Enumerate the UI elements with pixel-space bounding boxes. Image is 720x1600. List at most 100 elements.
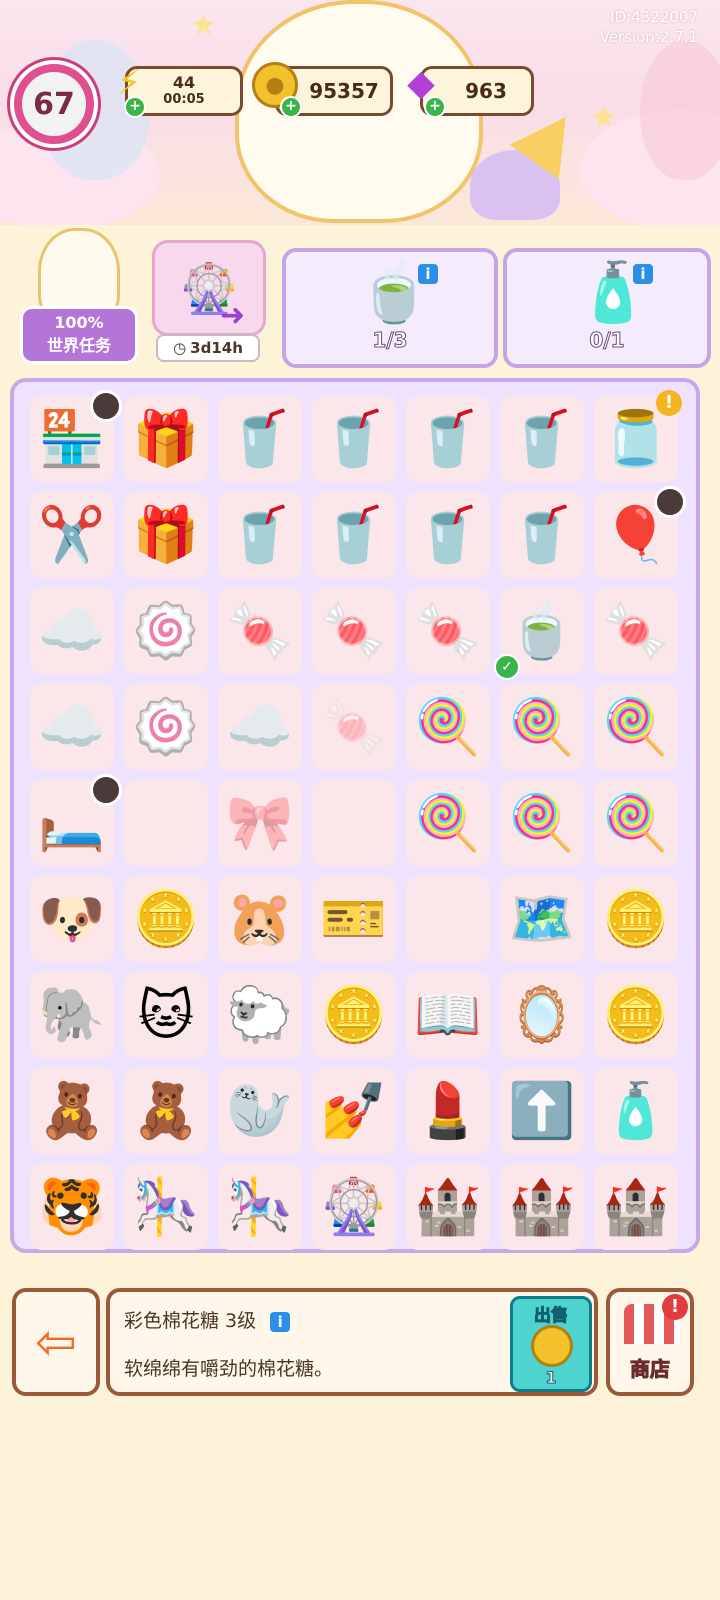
board-cell[interactable]: 🎁: [124, 396, 208, 482]
green-lollipop-icon: 🍭: [414, 695, 482, 758]
board-cell[interactable]: 🍬: [594, 588, 678, 674]
board-cell[interactable]: 📖: [406, 972, 490, 1058]
board-cell[interactable]: 🍬: [406, 588, 490, 674]
add-energy-button[interactable]: +: [124, 96, 146, 118]
timer-badge-icon: [90, 390, 122, 422]
event-button[interactable]: 🎡 ➜ ◷ 3d14h: [148, 240, 266, 364]
world-task-panel: 100% 世界任务: [20, 306, 138, 364]
board-cell[interactable]: 🪙: [594, 876, 678, 962]
star-icon: ★: [190, 8, 217, 43]
board-cell[interactable]: 🛏️: [30, 774, 122, 866]
board-cell[interactable]: 💅: [312, 1068, 396, 1154]
board-cell[interactable]: 🎀: [218, 780, 302, 866]
board-cell[interactable]: 🍥: [124, 684, 208, 770]
board-cell[interactable]: 🦭: [218, 1068, 302, 1154]
board-cell[interactable]: [124, 780, 208, 866]
board-cell[interactable]: 🍵 ✓: [494, 588, 584, 680]
board-cell[interactable]: 🍭: [594, 780, 678, 866]
board-cell[interactable]: 🪙: [594, 972, 678, 1058]
board-cell[interactable]: 🏪: [30, 390, 122, 482]
balloon-decoration: [640, 40, 720, 180]
event-timer: 3d14h: [190, 339, 243, 357]
board-cell[interactable]: 🎡: [312, 1164, 396, 1250]
swirl-lollipop-icon: 🍭: [602, 695, 670, 758]
board-cell[interactable]: [312, 780, 396, 866]
board-cell[interactable]: 🏰: [406, 1164, 490, 1250]
board-cell[interactable]: ⬆️: [500, 1068, 584, 1154]
info-icon[interactable]: i: [633, 264, 653, 284]
map-icon: 🗺️: [508, 887, 576, 950]
board-cell[interactable]: ☁️: [30, 684, 114, 770]
order-card-matcha[interactable]: 🍵 i 1/3: [282, 248, 498, 368]
board-cell[interactable]: 🏰: [500, 1164, 584, 1250]
board-cell[interactable]: 🐘: [30, 972, 114, 1058]
board-cell[interactable]: ☁️: [30, 588, 114, 674]
board-cell[interactable]: 🍥: [124, 588, 208, 674]
merge-board: 🏪 🎁 🥤 🥤 🥤 🥤 🫙! ✂️ 🎁 🥤 🥤 🥤 🥤 🎈 ☁️ 🍥 🍬 🍬 🍬 🍵 ✓ 🍬 ☁️ 🍥 ☁️ 🍬 🍭 🍭 🍭 🛏️ 🎀 🍭 🍭 🍭…: [10, 378, 700, 1253]
board-cell[interactable]: 🍬: [218, 588, 302, 674]
board-cell[interactable]: 🪙: [312, 972, 396, 1058]
board-cell[interactable]: 🧸: [124, 1068, 208, 1154]
glass-jar-icon: 🫙: [602, 407, 670, 470]
item-info-icon[interactable]: i: [270, 1312, 291, 1332]
purple-bear-icon: 🧸: [132, 1079, 200, 1142]
pink-castle-icon: 🏰: [508, 1175, 576, 1238]
order-card-bottle[interactable]: 🧴 i 0/1: [503, 248, 711, 368]
timer-badge-icon: [90, 774, 122, 806]
board-cell[interactable]: 🐱: [124, 972, 208, 1058]
board-cell[interactable]: 🎠: [218, 1164, 302, 1250]
board-cell[interactable]: 🎠: [124, 1164, 208, 1250]
shop-button[interactable]: ! 商店: [606, 1288, 694, 1396]
board-cell[interactable]: 🪞: [500, 972, 584, 1058]
coin-pile-icon: 🪙: [602, 887, 670, 950]
board-cell[interactable]: 🫙!: [594, 390, 682, 482]
add-gems-button[interactable]: +: [424, 96, 446, 118]
board-cell[interactable]: 🏰: [594, 1164, 678, 1250]
board-cell[interactable]: 🎁: [124, 492, 208, 578]
check-badge-icon: ✓: [494, 654, 520, 680]
board-cell[interactable]: 🧴: [594, 1068, 678, 1154]
board-cell[interactable]: 🥤: [406, 396, 490, 482]
add-coins-button[interactable]: +: [280, 96, 302, 118]
board-cell[interactable]: ☁️: [218, 684, 302, 770]
board-cell[interactable]: 🍭: [406, 780, 490, 866]
board-cell[interactable]: 🍭: [406, 684, 490, 770]
board-cell[interactable]: 🥤: [218, 396, 302, 482]
board-cell[interactable]: 🥤: [406, 492, 490, 578]
board-cell[interactable]: 🪙: [124, 876, 208, 962]
board-cell[interactable]: 🥤: [218, 492, 302, 578]
board-cell[interactable]: 🐯: [30, 1164, 114, 1250]
board-cell[interactable]: 🐶: [30, 876, 114, 962]
player-level-badge[interactable]: 67: [10, 60, 98, 148]
board-cell[interactable]: 🥤: [312, 492, 396, 578]
exit-icon: ⇦: [35, 1313, 77, 1371]
board-cell[interactable]: 🎈: [594, 486, 686, 578]
clock-icon: ◷: [173, 339, 187, 357]
board-cell[interactable]: 🥤: [312, 396, 396, 482]
strawberry-drink-icon: 🥤: [226, 503, 294, 566]
upgrade-card-icon: ⬆️: [508, 1079, 576, 1142]
board-cell[interactable]: 🍭: [500, 684, 584, 770]
sell-button[interactable]: 出售 1: [510, 1296, 592, 1392]
strawberry-drink-icon: 🥤: [414, 407, 482, 470]
board-cell[interactable]: 🧸: [30, 1068, 114, 1154]
board-cell[interactable]: 🐹: [218, 876, 302, 962]
board-cell[interactable]: 🍬: [312, 684, 396, 770]
board-cell[interactable]: 🍭: [500, 780, 584, 866]
board-cell[interactable]: 🥤: [500, 492, 584, 578]
board-cell[interactable]: 💄: [406, 1068, 490, 1154]
selected-item-title: 彩色棉花糖 3级: [124, 1310, 257, 1332]
board-cell[interactable]: 🥤: [500, 396, 584, 482]
board-cell[interactable]: 🎫: [312, 876, 396, 962]
board-cell[interactable]: 🍭: [594, 684, 678, 770]
gift-box-icon: 🎁: [132, 407, 200, 470]
world-task-button[interactable]: 100% 世界任务: [20, 222, 138, 364]
exit-button[interactable]: ⇦: [12, 1288, 100, 1396]
board-cell[interactable]: 🗺️: [500, 876, 584, 962]
glowing-gift-icon: 🎁: [132, 503, 200, 566]
board-cell[interactable]: 🐑: [218, 972, 302, 1058]
board-cell[interactable]: 🍬: [312, 588, 396, 674]
board-cell[interactable]: [406, 876, 490, 962]
info-icon[interactable]: i: [418, 264, 438, 284]
board-cell[interactable]: ✂️: [30, 492, 114, 578]
